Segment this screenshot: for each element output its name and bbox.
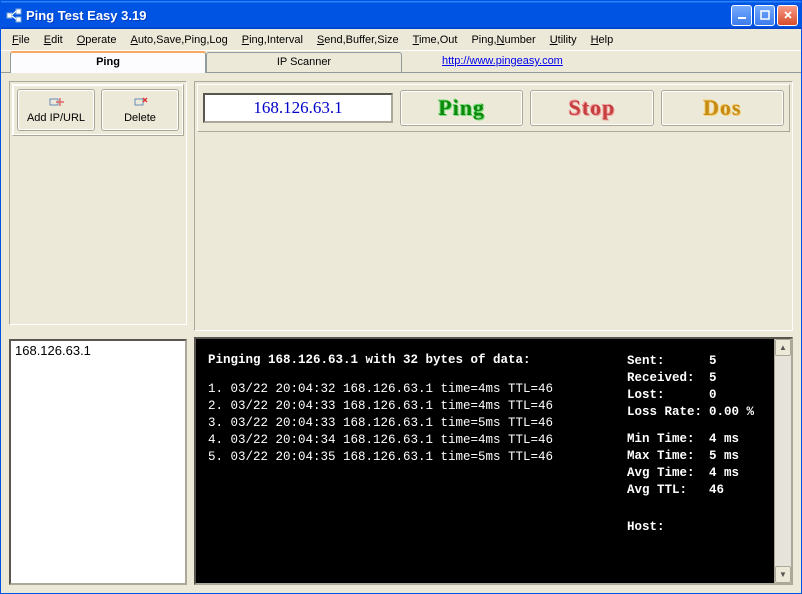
- scroll-down-icon[interactable]: ▼: [775, 566, 791, 583]
- menu-file[interactable]: File: [5, 32, 37, 48]
- dos-button[interactable]: Dos: [661, 90, 784, 126]
- right-panel: Ping Stop Dos Pinging 168.126.63.1 with …: [194, 81, 793, 585]
- menu-operate[interactable]: Operate: [70, 32, 124, 48]
- menu-timeout[interactable]: Time,Out: [406, 32, 465, 48]
- ip-input[interactable]: [203, 93, 393, 123]
- ping-result-row: 1. 03/22 20:04:32 168.126.63.1 time=4ms …: [208, 381, 553, 398]
- menubar: File Edit Operate Auto,Save,Ping,Log Pin…: [1, 29, 801, 51]
- left-panel: Add IP/URL Delete 168.126.63.1: [9, 81, 187, 585]
- console-header: Pinging 168.126.63.1 with 32 bytes of da…: [208, 353, 553, 367]
- console-scrollbar[interactable]: ▲ ▼: [774, 339, 791, 583]
- tab-row: Ping IP Scanner http://www.pingeasy.com: [1, 51, 801, 73]
- website-link[interactable]: http://www.pingeasy.com: [402, 52, 603, 72]
- menu-number[interactable]: Ping,Number: [464, 32, 542, 48]
- ping-output: Pinging 168.126.63.1 with 32 bytes of da…: [196, 339, 774, 583]
- menu-interval[interactable]: Ping,Interval: [235, 32, 310, 48]
- minimize-button[interactable]: [731, 5, 752, 26]
- add-ip-button[interactable]: Add IP/URL: [17, 89, 95, 131]
- close-button[interactable]: [777, 5, 798, 26]
- ping-result-row: 4. 03/22 20:04:34 168.126.63.1 time=4ms …: [208, 432, 553, 449]
- tab-ping[interactable]: Ping: [10, 51, 206, 73]
- menu-edit[interactable]: Edit: [37, 32, 70, 48]
- tab-ip-scanner[interactable]: IP Scanner: [206, 52, 402, 72]
- app-icon: [6, 7, 26, 24]
- list-item[interactable]: 168.126.63.1: [15, 343, 181, 358]
- delete-button[interactable]: Delete: [101, 89, 179, 131]
- app-window: Ping Test Easy 3.19 File Edit Operate Au…: [0, 0, 802, 594]
- ping-button[interactable]: Ping: [400, 90, 523, 126]
- menu-utility[interactable]: Utility: [543, 32, 584, 48]
- console-frame: Pinging 168.126.63.1 with 32 bytes of da…: [194, 337, 793, 585]
- menu-autosave[interactable]: Auto,Save,Ping,Log: [123, 32, 234, 48]
- ping-result-row: 5. 03/22 20:04:35 168.126.63.1 time=5ms …: [208, 449, 553, 466]
- delete-icon: [132, 96, 148, 110]
- ip-list[interactable]: 168.126.63.1: [9, 339, 187, 585]
- window-title: Ping Test Easy 3.19: [26, 8, 731, 23]
- stop-button[interactable]: Stop: [530, 90, 653, 126]
- ping-result-row: 2. 03/22 20:04:33 168.126.63.1 time=4ms …: [208, 398, 553, 415]
- add-url-icon: [48, 96, 64, 110]
- menu-help[interactable]: Help: [584, 32, 621, 48]
- scroll-up-icon[interactable]: ▲: [775, 339, 791, 356]
- menu-buffer[interactable]: Send,Buffer,Size: [310, 32, 406, 48]
- maximize-button[interactable]: [754, 5, 775, 26]
- ping-result-row: 3. 03/22 20:04:33 168.126.63.1 time=5ms …: [208, 415, 553, 432]
- titlebar[interactable]: Ping Test Easy 3.19: [1, 1, 801, 29]
- main-body: Add IP/URL Delete 168.126.63.1 Ping Stop…: [1, 73, 801, 593]
